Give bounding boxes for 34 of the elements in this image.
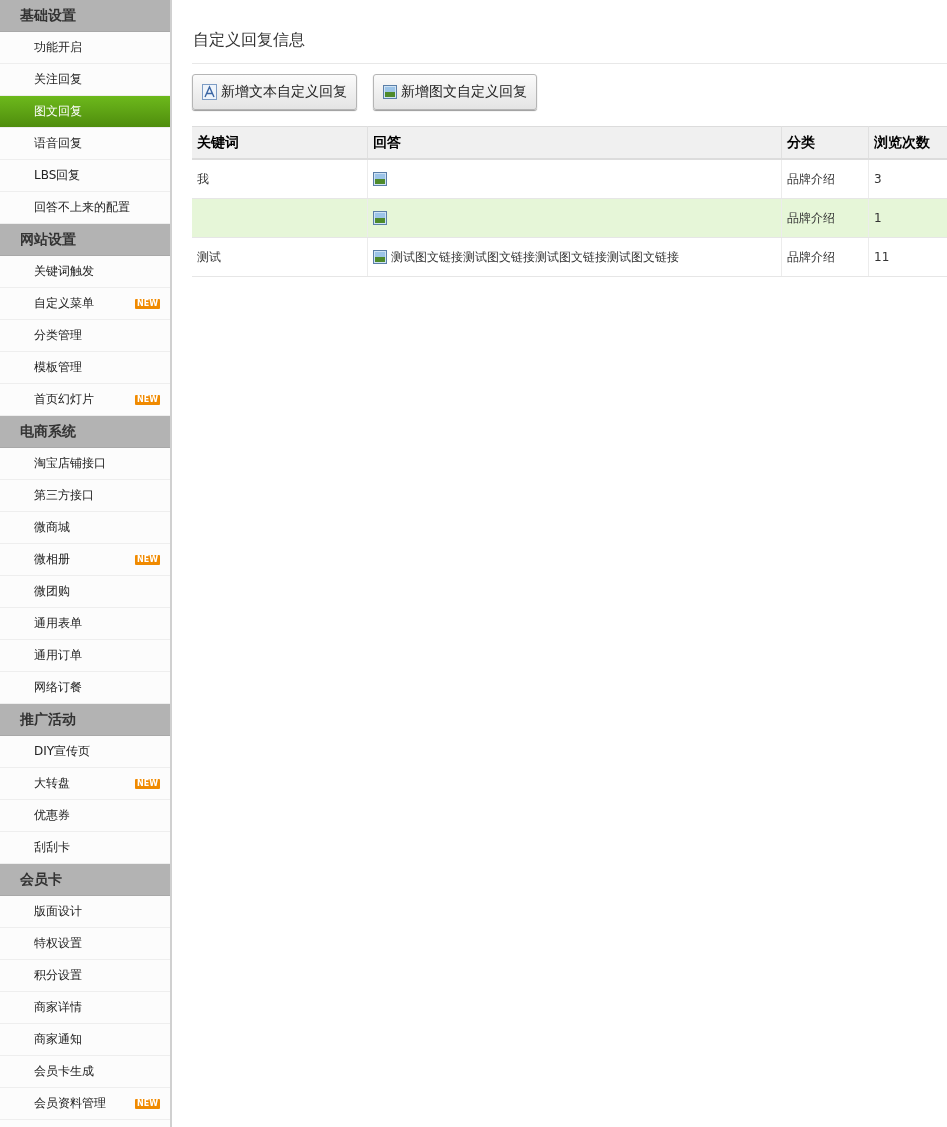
image-icon: [373, 211, 387, 225]
table-cell: 11: [868, 237, 947, 277]
image-icon: [373, 250, 387, 264]
new-badge: NEW: [135, 394, 160, 405]
table-row[interactable]: 测试 测试图文链接测试图文链接测试图文链接测试图文链接 品牌介绍 11: [192, 237, 947, 277]
new-badge: NEW: [135, 298, 160, 309]
table-row[interactable]: 我 品牌介绍 3: [192, 159, 947, 199]
section-header: 电商系统: [0, 416, 170, 448]
section-header: 推广活动: [0, 704, 170, 736]
new-badge: NEW: [135, 778, 160, 789]
section-header: 基础设置: [0, 0, 170, 32]
page-title: 自定义回复信息: [192, 0, 947, 64]
letter-icon: [202, 84, 217, 100]
table-cell: 我: [192, 159, 368, 199]
column-header: 回答: [367, 126, 782, 159]
table-cell: 3: [868, 159, 947, 199]
column-header: 分类: [781, 126, 869, 159]
table-cell: 品牌介绍: [781, 198, 869, 238]
column-header: 浏览次数: [868, 126, 947, 159]
new-badge: NEW: [135, 1098, 160, 1109]
new-badge: NEW: [135, 554, 160, 565]
table-cell: 测试: [192, 237, 368, 277]
add-button[interactable]: 新增文本自定义回复: [192, 74, 357, 110]
table-cell: 1: [868, 198, 947, 238]
table-row[interactable]: 品牌介绍 1: [192, 198, 947, 238]
table-cell: 品牌介绍: [781, 237, 869, 277]
table-cell: 品牌介绍: [781, 159, 869, 199]
answer-text: 测试图文链接测试图文链接测试图文链接测试图文链接: [391, 248, 679, 266]
image-icon: [383, 85, 397, 99]
image-icon: [373, 172, 387, 186]
section-header: 网站设置: [0, 224, 170, 256]
column-header: 关键词: [192, 126, 368, 159]
section-header: 会员卡: [0, 864, 170, 896]
add-button[interactable]: 新增图文自定义回复: [373, 74, 537, 110]
